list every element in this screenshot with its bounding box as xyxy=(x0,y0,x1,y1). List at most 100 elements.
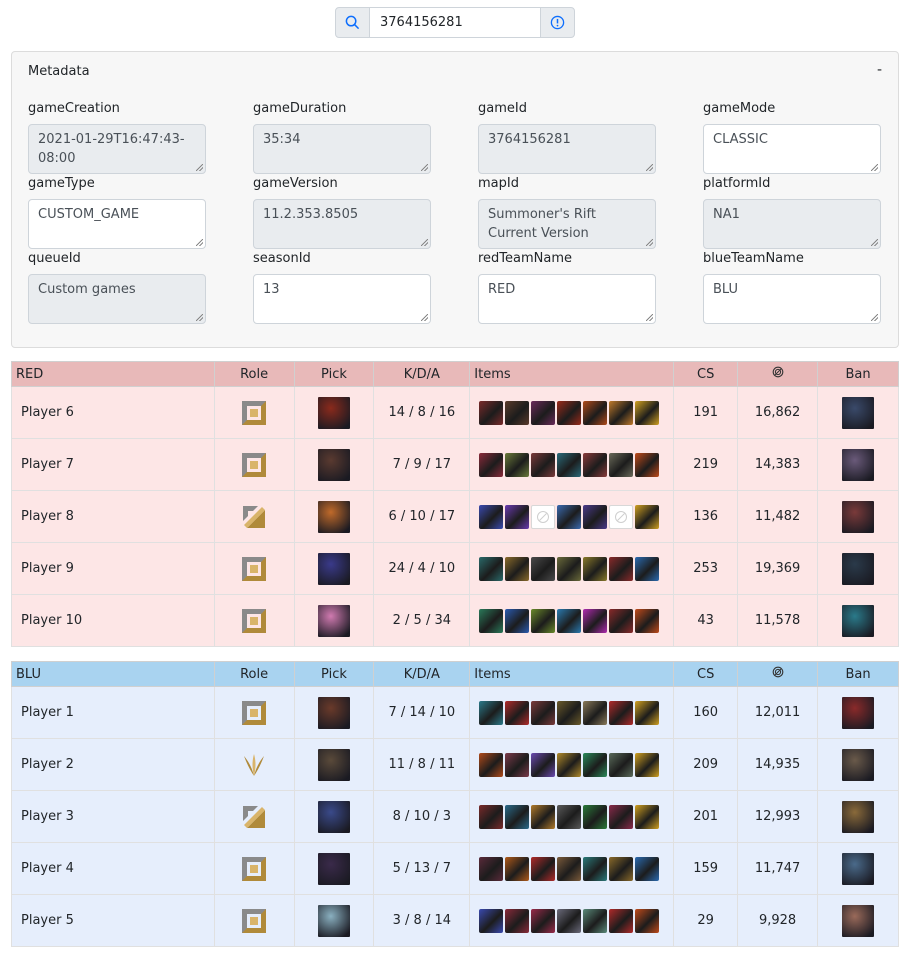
field-label: platformId xyxy=(703,176,771,191)
item-icon xyxy=(635,752,660,777)
gold-cell: 12,011 xyxy=(737,686,819,739)
cs-header: CS xyxy=(673,361,739,387)
player-row: Player 1 7 / 14 / 10 160 12,011 xyxy=(11,686,899,739)
metadata-title: Metadata xyxy=(28,64,90,79)
item-icon xyxy=(531,556,556,581)
items-cell xyxy=(469,594,675,647)
search-icon[interactable] xyxy=(335,7,370,38)
kda-cell: 3 / 8 / 14 xyxy=(373,894,471,947)
collapse-button[interactable]: - xyxy=(877,62,882,78)
field-gameDuration: gameDuration 35:34 xyxy=(253,100,431,174)
item-icon xyxy=(531,752,556,777)
role-cell xyxy=(213,542,295,595)
item-list xyxy=(470,700,673,725)
champion-portrait-icon xyxy=(317,448,350,481)
role-header: Role xyxy=(213,361,295,387)
field-textarea[interactable]: BLU xyxy=(703,274,881,324)
pick-cell xyxy=(293,790,375,843)
item-icon xyxy=(479,804,504,829)
role-cell xyxy=(213,738,295,791)
field-textarea[interactable]: 13 xyxy=(253,274,431,324)
field-textarea[interactable]: RED xyxy=(478,274,656,324)
gold-cell: 14,935 xyxy=(737,738,819,791)
player-name: Player 6 xyxy=(11,386,215,439)
square-role-icon xyxy=(241,908,267,933)
field-textarea[interactable]: CUSTOM_GAME xyxy=(28,199,206,249)
player-name: Player 7 xyxy=(11,438,215,491)
item-icon xyxy=(557,400,582,425)
player-row: Player 10 2 / 5 / 34 43 11,578 xyxy=(11,594,899,647)
item-list xyxy=(470,452,673,477)
item-icon xyxy=(479,608,504,633)
items-cell xyxy=(469,438,675,491)
kda-cell: 14 / 8 / 16 xyxy=(373,386,471,439)
items-header: Items xyxy=(469,661,675,687)
player-row: Player 9 24 / 4 / 10 253 19,369 xyxy=(11,542,899,595)
field-label: gameDuration xyxy=(253,101,347,116)
field-label: gameType xyxy=(28,176,95,191)
ban-cell xyxy=(817,738,899,791)
role-cell xyxy=(213,438,295,491)
item-icon xyxy=(583,452,608,477)
pick-cell xyxy=(293,594,375,647)
player-row: Player 3 8 / 10 / 3 201 12,993 xyxy=(11,790,899,843)
search-bar xyxy=(335,7,575,38)
item-icon xyxy=(479,556,504,581)
item-icon xyxy=(635,400,660,425)
pick-cell xyxy=(293,738,375,791)
field-platformId: platformId NA1 xyxy=(703,175,881,249)
item-icon xyxy=(609,608,634,633)
field-gameMode: gameMode CLASSIC xyxy=(703,100,881,174)
gold-cell: 16,862 xyxy=(737,386,819,439)
field-textarea[interactable]: 35:34 xyxy=(253,124,431,174)
banned-champion-icon xyxy=(842,396,875,429)
role-header: Role xyxy=(213,661,295,687)
square-role-icon xyxy=(241,452,267,477)
game-id-input[interactable] xyxy=(370,7,540,38)
field-textarea[interactable]: 2021-01-29T16:47:43-08:00 xyxy=(28,124,206,174)
item-icon xyxy=(479,856,504,881)
champion-portrait-icon xyxy=(317,500,350,533)
role-cell xyxy=(213,686,295,739)
item-icon xyxy=(635,608,660,633)
field-textarea[interactable]: 3764156281 xyxy=(478,124,656,174)
field-label: mapId xyxy=(478,176,519,191)
player-row: Player 8 6 / 10 / 17 136 11,482 xyxy=(11,490,899,543)
banned-champion-icon xyxy=(842,552,875,585)
item-list xyxy=(470,504,673,529)
item-icon xyxy=(505,856,530,881)
info-icon[interactable] xyxy=(540,7,575,38)
item-icon xyxy=(609,856,634,881)
items-cell xyxy=(469,842,675,895)
player-row: Player 6 14 / 8 / 16 191 16,862 xyxy=(11,386,899,439)
role-cell xyxy=(213,594,295,647)
item-icon xyxy=(505,752,530,777)
field-queueId: queueId Custom games xyxy=(28,250,206,324)
item-list xyxy=(470,804,673,829)
field-redTeamName: redTeamName RED xyxy=(478,250,656,324)
role-cell xyxy=(213,490,295,543)
blue-team-name: BLU xyxy=(11,661,215,687)
field-textarea[interactable]: CLASSIC xyxy=(703,124,881,174)
field-gameCreation: gameCreation 2021-01-29T16:47:43-08:00 xyxy=(28,100,206,174)
field-textarea[interactable]: Custom games xyxy=(28,274,206,324)
empty-slot-icon xyxy=(531,504,556,529)
field-textarea[interactable]: 11.2.353.8505 xyxy=(253,199,431,249)
cs-cell: 136 xyxy=(673,490,739,543)
champion-portrait-icon xyxy=(317,904,350,937)
player-name: Player 5 xyxy=(11,894,215,947)
ban-cell xyxy=(817,842,899,895)
item-list xyxy=(470,608,673,633)
champion-portrait-icon xyxy=(317,696,350,729)
field-mapId: mapId Summoner's Rift Current Version xyxy=(478,175,656,249)
player-row: Player 7 7 / 9 / 17 219 14,383 xyxy=(11,438,899,491)
item-icon xyxy=(505,608,530,633)
item-icon xyxy=(583,908,608,933)
player-name: Player 10 xyxy=(11,594,215,647)
player-name: Player 4 xyxy=(11,842,215,895)
field-textarea[interactable]: Summoner's Rift Current Version xyxy=(478,199,656,249)
ban-cell xyxy=(817,594,899,647)
field-textarea[interactable]: NA1 xyxy=(703,199,881,249)
field-label: seasonId xyxy=(253,251,311,266)
role-cell xyxy=(213,842,295,895)
